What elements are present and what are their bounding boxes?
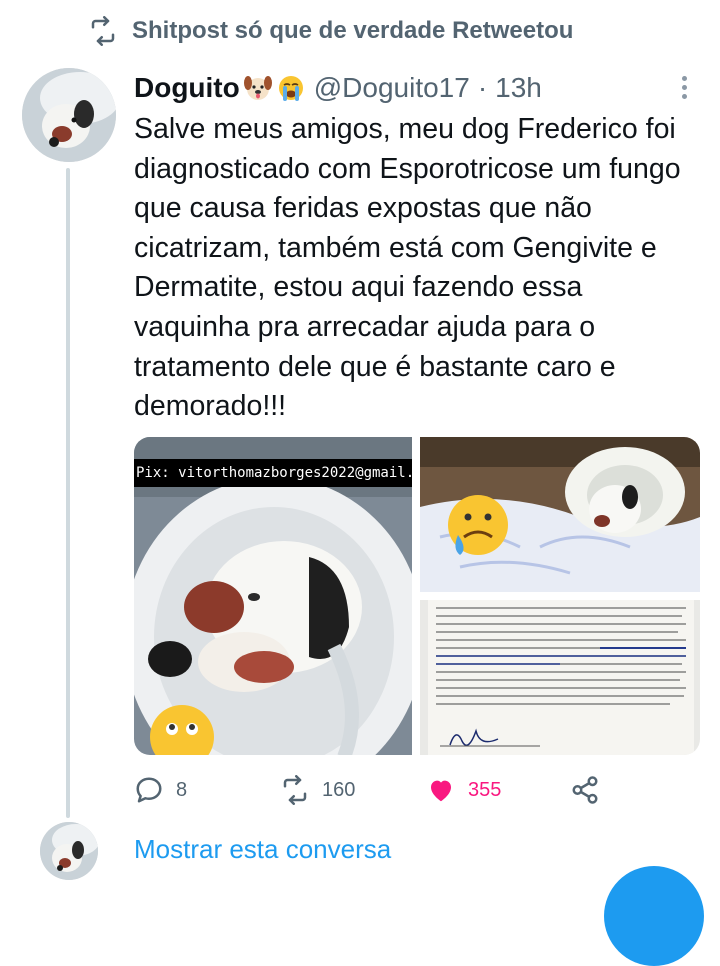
share-button[interactable]: [570, 770, 600, 810]
tweet-timestamp[interactable]: 13h: [495, 72, 542, 104]
dog-avatar-image: [22, 68, 116, 162]
thread-connector-line: [66, 168, 70, 818]
reply-count: 8: [176, 778, 188, 801]
media-grid: Pix: vitorthomazborges2022@gmail.com: [134, 437, 700, 755]
reply-button[interactable]: 8: [134, 770, 187, 810]
vet-report-document-photo: [420, 600, 700, 755]
retweet-context-text: Shitpost só que de verdade Retweetou: [132, 17, 574, 44]
tweet-actions: 8 160 355: [134, 770, 614, 810]
dog-avatar-image: [40, 822, 98, 880]
heart-filled-icon: [431, 780, 451, 802]
tweet-text: Salve meus amigos, meu dog Frederico foi…: [134, 113, 681, 423]
media-photo-3[interactable]: [420, 600, 700, 755]
like-button[interactable]: 355: [426, 770, 501, 810]
like-count: 355: [468, 778, 502, 801]
author-avatar[interactable]: [22, 68, 116, 162]
reply-icon: [136, 777, 162, 803]
media-photo-2[interactable]: [420, 437, 700, 592]
show-thread-link[interactable]: Mostrar esta conversa: [134, 834, 391, 865]
author-display-name[interactable]: Doguito: [134, 72, 240, 104]
pix-overlay-text: Pix: vitorthomazborges2022@gmail.com: [134, 459, 412, 487]
share-icon: [572, 776, 598, 804]
compose-tweet-button[interactable]: [604, 866, 704, 966]
more-options-icon[interactable]: [672, 70, 696, 104]
thread-author-avatar[interactable]: [40, 822, 98, 880]
dog-face-emoji-icon: [243, 76, 272, 100]
retweet-context[interactable]: Shitpost só que de verdade Retweetou: [88, 14, 573, 48]
meta-separator: ·: [477, 72, 488, 103]
retweet-icon: [283, 775, 307, 805]
dog-blanket-photo: [420, 437, 700, 592]
author-handle[interactable]: @Doguito17: [314, 72, 470, 104]
loudly-crying-face-emoji-icon: [278, 76, 303, 101]
retweet-count: 160: [322, 778, 356, 801]
retweet-icon: [91, 16, 115, 46]
media-photo-1[interactable]: Pix: vitorthomazborges2022@gmail.com: [134, 437, 412, 755]
retweet-button[interactable]: 160: [280, 770, 355, 810]
tweet-header: Doguito @Doguito17 · 13h: [134, 70, 542, 106]
